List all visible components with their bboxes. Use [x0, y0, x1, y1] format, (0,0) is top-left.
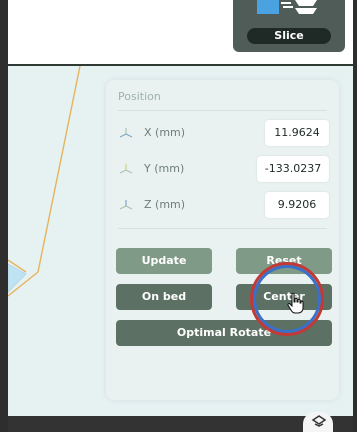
hand-cursor-icon [287, 292, 304, 314]
row-z: Z (mm) 9.9206 [106, 192, 339, 220]
bottom-bar [8, 416, 353, 432]
view-glyph-icon [311, 415, 327, 427]
row-y: Y (mm) -133.0237 [106, 156, 339, 184]
row-x: X (mm) 11.9624 [106, 120, 339, 148]
screen: Slice Position X (mm) 11.9624 Y (mm) -13… [0, 0, 357, 432]
axis-y-label: Y (mm) [144, 162, 185, 175]
axis-y-icon [119, 164, 133, 174]
slice-card: Slice [233, 0, 345, 52]
panel-title: Position [118, 90, 161, 103]
update-button[interactable]: Update [116, 248, 212, 274]
y-value-input[interactable]: -133.0237 [257, 156, 329, 182]
window-border-right [353, 0, 357, 432]
position-panel: Position X (mm) 11.9624 Y (mm) -133.0237 [106, 80, 339, 400]
slice-icon [257, 0, 317, 14]
axis-x-icon [119, 128, 133, 138]
axis-x-label: X (mm) [144, 126, 186, 139]
view-icon[interactable] [303, 412, 333, 432]
axis-z-label: Z (mm) [144, 198, 186, 211]
on-bed-button[interactable]: On bed [116, 284, 212, 310]
slice-button[interactable]: Slice [247, 28, 331, 44]
x-value-input[interactable]: 11.9624 [265, 120, 329, 146]
axis-z-icon [119, 200, 133, 210]
panel-title-divider [118, 110, 327, 111]
window-border-left [0, 0, 8, 432]
panel-divider [118, 228, 327, 229]
z-value-input[interactable]: 9.9206 [265, 192, 329, 218]
